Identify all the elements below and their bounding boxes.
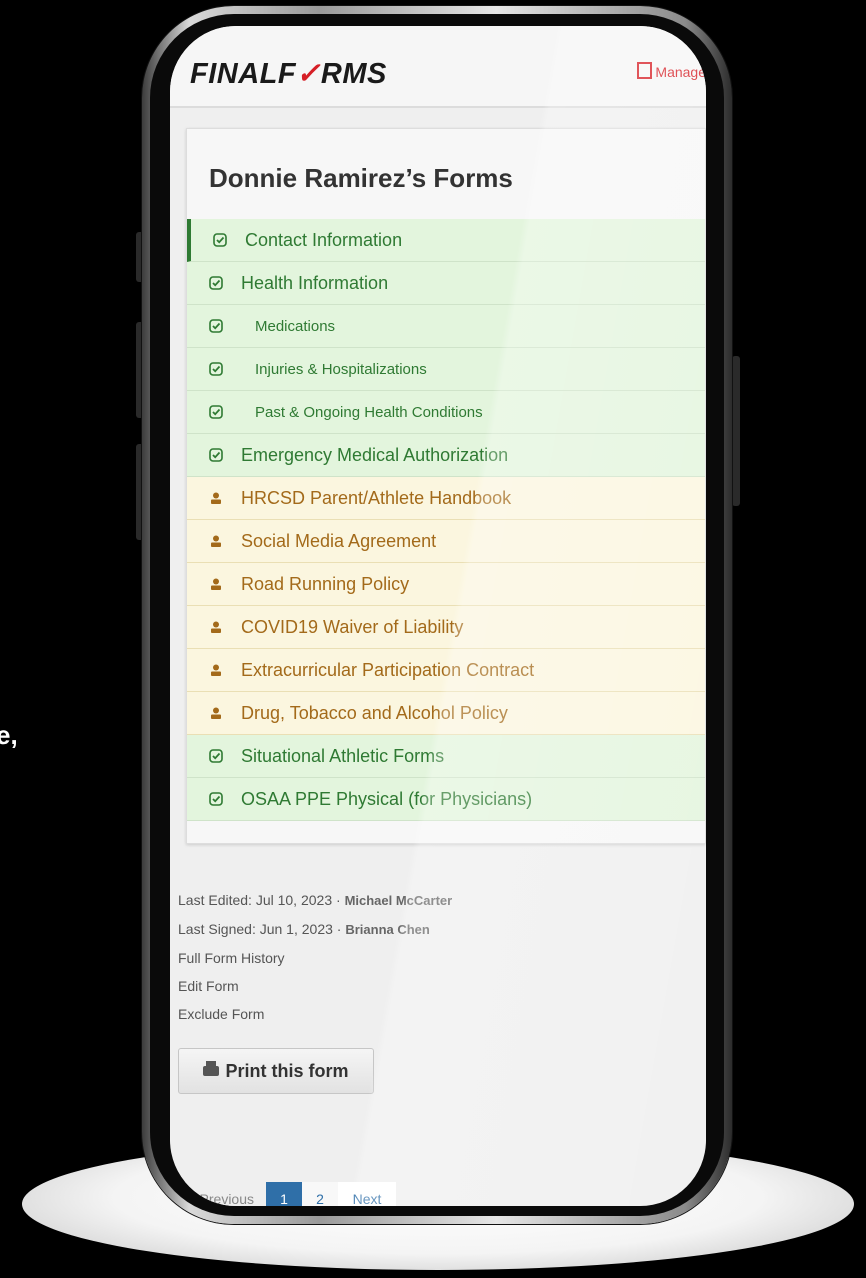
last-signed: Last Signed: Jun 1, 2023 · Brianna Chen (178, 921, 430, 937)
person-icon (209, 534, 223, 548)
form-item-label: Extracurricular Participation Contract (241, 659, 535, 680)
check-icon (209, 276, 223, 290)
last-edited: Last Edited: Jul 10, 2023 · Michael McCa… (178, 892, 453, 908)
forms-card: Donnie Ramirez’s Forms Contact Informati… (186, 128, 706, 844)
form-item[interactable]: Health Information (187, 262, 705, 305)
check-icon (213, 233, 227, 247)
form-item-label: COVID19 Waiver of Liability (241, 616, 464, 637)
form-item[interactable]: Situational Athletic Forms (187, 735, 705, 778)
form-item-label: Injuries & Hospitalizations (255, 360, 427, 378)
form-item-label: Emergency Medical Authorization (241, 444, 509, 465)
form-item[interactable]: Drug, Tobacco and Alcohol Policy (187, 692, 705, 735)
app-header: FINALF✓RMS Manage (170, 26, 706, 108)
check-icon (209, 792, 223, 806)
finalforms-logo[interactable]: FINALF✓RMS (190, 56, 387, 91)
form-item[interactable]: Road Running Policy (187, 563, 705, 606)
person-icon (209, 706, 223, 720)
page-1-button[interactable]: 1 (266, 1182, 302, 1206)
form-item-label: Situational Athletic Forms (241, 745, 445, 766)
phone-screen: FINALF✓RMS Manage Donnie Ramirez’s Forms… (170, 26, 706, 1206)
person-icon (209, 577, 223, 591)
full-form-history-link[interactable]: Full Form History (178, 944, 452, 972)
form-item[interactable]: HRCSD Parent/Athlete Handbook (187, 477, 705, 520)
side-caption-fragment: e, (0, 720, 18, 750)
form-item[interactable]: Contact Information (187, 219, 705, 262)
form-item-label: Health Information (241, 272, 389, 293)
next-page-button[interactable]: Next (338, 1182, 396, 1206)
previous-page-button[interactable]: Previous (170, 1182, 266, 1206)
form-meta: Last Edited: Jul 10, 2023 · Michael McCa… (178, 886, 452, 1028)
print-form-button[interactable]: Print this form (178, 1048, 374, 1094)
form-item-label: Social Media Agreement (241, 530, 437, 551)
form-item[interactable]: Past & Ongoing Health Conditions (187, 391, 705, 434)
check-icon (209, 362, 223, 376)
form-item-label: OSAA PPE Physical (for Physicians) (241, 788, 533, 809)
form-item-label: Road Running Policy (241, 573, 410, 594)
phone-bezel: FINALF✓RMS Manage Donnie Ramirez’s Forms… (150, 14, 724, 1216)
form-item-label: Past & Ongoing Health Conditions (255, 403, 483, 421)
page-2-button[interactable]: 2 (302, 1182, 338, 1206)
form-item[interactable]: Social Media Agreement (187, 520, 705, 563)
page-title: Donnie Ramirez’s Forms (209, 163, 513, 193)
form-list: Contact Information Health Information Med… (187, 219, 705, 821)
logo-check-icon: ✓ (296, 58, 321, 90)
check-icon (209, 405, 223, 419)
pagination: Previous 1 2 Next (170, 1182, 396, 1206)
printer-icon (203, 1061, 220, 1076)
form-item[interactable]: Emergency Medical Authorization (187, 434, 705, 477)
exclude-form-link[interactable]: Exclude Form (178, 1000, 452, 1028)
check-icon (209, 749, 223, 763)
form-item[interactable]: Medications (187, 305, 705, 348)
person-icon (209, 663, 223, 677)
person-icon (209, 491, 223, 505)
form-item[interactable]: Extracurricular Participation Contract (187, 649, 705, 692)
check-icon (209, 319, 223, 333)
form-item-label: Contact Information (245, 229, 403, 250)
manage-link[interactable]: Manage (637, 62, 706, 80)
check-icon (209, 448, 223, 462)
edit-form-link[interactable]: Edit Form (178, 972, 452, 1000)
person-icon (209, 620, 223, 634)
form-item[interactable]: Injuries & Hospitalizations (187, 348, 705, 391)
form-item[interactable]: COVID19 Waiver of Liability (187, 606, 705, 649)
phone-side-button (732, 356, 740, 506)
form-item-label: Drug, Tobacco and Alcohol Policy (241, 702, 508, 723)
form-item-label: Medications (255, 317, 336, 335)
form-item[interactable]: OSAA PPE Physical (for Physicians) (187, 778, 705, 821)
list-icon (637, 62, 653, 79)
form-item-label: HRCSD Parent/Athlete Handbook (241, 487, 512, 508)
phone-frame: FINALF✓RMS Manage Donnie Ramirez’s Forms… (142, 6, 732, 1224)
